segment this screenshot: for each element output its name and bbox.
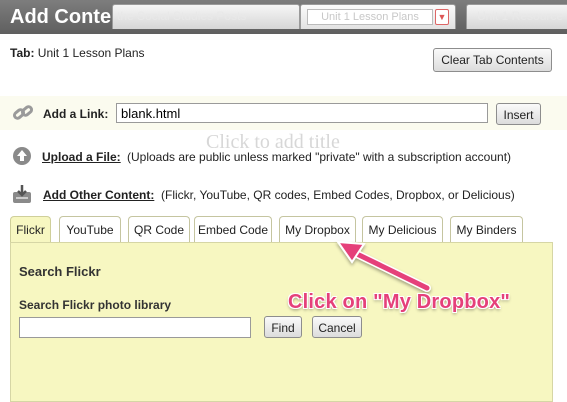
find-button[interactable]: Find <box>264 316 302 338</box>
search-label: Search Flickr photo library <box>19 298 172 312</box>
cancel-button[interactable]: Cancel <box>312 316 362 338</box>
upload-file-link[interactable]: Upload a File: <box>42 150 121 164</box>
header-tab-unit1-lesson-plans[interactable]: Unit 1 Lesson Plans ▼ <box>300 4 456 29</box>
header-tab-social-studies[interactable]: the Social Studies Posts <box>112 4 300 29</box>
insert-link-button[interactable]: Insert <box>496 103 541 125</box>
download-tray-icon <box>12 184 32 204</box>
panel-title: Search Flickr <box>19 264 101 279</box>
header-bar: Add Content the Social Studies Posts Uni… <box>0 0 567 34</box>
header-tab-label: Unit 1 Lesson Plans <box>307 9 433 25</box>
tab-embed-code[interactable]: Embed Code <box>194 216 272 242</box>
tab-my-dropbox[interactable]: My Dropbox <box>279 216 356 242</box>
current-tab-info: Tab: Unit 1 Lesson Plans <box>10 46 145 60</box>
content-tabs: Flickr YouTube QR Code Embed Code My Dro… <box>10 216 555 244</box>
flickr-search-input[interactable] <box>19 317 251 338</box>
link-url-input[interactable] <box>116 103 488 123</box>
tab-my-delicious[interactable]: My Delicious <box>362 216 443 242</box>
tab-flickr[interactable]: Flickr <box>10 216 51 244</box>
tab-my-binders[interactable]: My Binders <box>450 216 523 242</box>
annotation-callout: Click on "My Dropbox" <box>288 291 511 313</box>
tab-youtube[interactable]: YouTube <box>59 216 121 242</box>
add-other-content-link[interactable]: Add Other Content: <box>43 188 154 202</box>
clear-tab-contents-button[interactable]: Clear Tab Contents <box>433 48 552 72</box>
tab-info-value: Unit 1 Lesson Plans <box>37 46 145 60</box>
upload-description: (Uploads are public unless marked "priva… <box>127 150 512 164</box>
tab-info-prefix: Tab: <box>10 46 35 60</box>
other-content-description: (Flickr, YouTube, QR codes, Embed Codes,… <box>161 188 515 202</box>
upload-arrow-icon <box>12 146 32 166</box>
header-tab-unit1-resource[interactable]: Unit 1 Resource <box>466 4 567 29</box>
add-link-label: Add a Link: <box>43 107 109 121</box>
tab-qr-code[interactable]: QR Code <box>128 216 190 242</box>
chain-link-icon <box>12 102 34 122</box>
chevron-down-icon[interactable]: ▼ <box>435 9 449 25</box>
